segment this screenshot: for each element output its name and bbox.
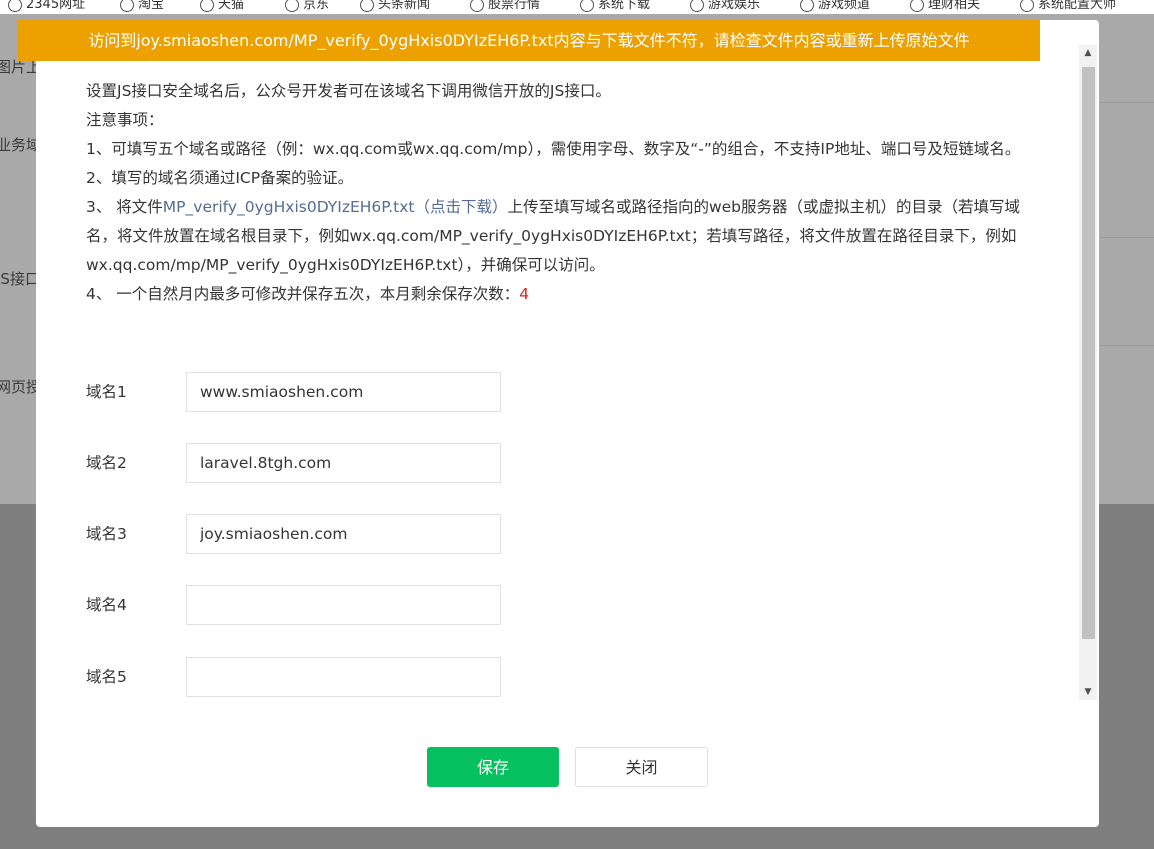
- note-3: 3、 将文件MP_verify_0ygHxis0DYIzEH6P.txt（点击下…: [86, 198, 1021, 274]
- bookmark-item[interactable]: 股票行情: [470, 0, 540, 12]
- bookmark-item[interactable]: 系统配置大师: [1020, 0, 1116, 12]
- globe-icon: [360, 0, 374, 12]
- bookmark-item[interactable]: 头条新闻: [360, 0, 430, 12]
- scroll-down-arrow-icon[interactable]: ▼: [1079, 684, 1097, 700]
- globe-icon: [910, 0, 924, 12]
- bookmark-bar: 2345网址 淘宝 天猫 京东 头条新闻 股票行情 系统下载 游戏娱乐 游戏频道…: [0, 0, 1154, 14]
- scrollbar-thumb[interactable]: [1082, 67, 1095, 639]
- globe-icon: [470, 0, 484, 12]
- domain-label-1: 域名1: [86, 383, 127, 401]
- globe-icon: [120, 0, 134, 12]
- bookmark-item[interactable]: 游戏频道: [800, 0, 870, 12]
- js-domain-settings-dialog: 设置JS接口安全域名后，公众号开发者可在该域名下调用微信开放的JS接口。 注意事…: [36, 20, 1099, 827]
- divider: [1100, 345, 1154, 346]
- domain-label-4: 域名4: [86, 596, 127, 614]
- domain-input-1[interactable]: [186, 372, 501, 412]
- close-button[interactable]: 关闭: [575, 747, 708, 787]
- globe-icon: [580, 0, 594, 12]
- divider: [1100, 102, 1154, 103]
- domain-input-4[interactable]: [186, 585, 501, 625]
- remaining-save-count: 4: [519, 285, 530, 303]
- note-4: 4、 一个自然月内最多可修改并保存五次，本月剩余保存次数：4: [86, 285, 530, 303]
- background-label: 网页授: [0, 378, 42, 396]
- globe-icon: [8, 0, 22, 12]
- bookmark-item[interactable]: 理财相关: [910, 0, 980, 12]
- dialog-instructions: 设置JS接口安全域名后，公众号开发者可在该域名下调用微信开放的JS接口。 注意事…: [86, 77, 1036, 309]
- domain-input-2[interactable]: [186, 443, 501, 483]
- globe-icon: [285, 0, 299, 12]
- note-2: 2、填写的域名须通过ICP备案的验证。: [86, 169, 354, 187]
- bookmark-item[interactable]: 天猫: [200, 0, 244, 12]
- domain-input-3[interactable]: [186, 514, 501, 554]
- background-label: JS接口: [0, 270, 40, 288]
- dialog-scrollbar[interactable]: ▲ ▼: [1079, 45, 1097, 700]
- globe-icon: [200, 0, 214, 12]
- intro-text: 设置JS接口安全域名后，公众号开发者可在该域名下调用微信开放的JS接口。: [86, 82, 611, 100]
- bookmark-item[interactable]: 游戏娱乐: [690, 0, 760, 12]
- scroll-up-arrow-icon[interactable]: ▲: [1079, 45, 1097, 61]
- globe-icon: [1020, 0, 1034, 12]
- bookmark-item[interactable]: 系统下载: [580, 0, 650, 12]
- globe-icon: [690, 0, 704, 12]
- save-button[interactable]: 保存: [427, 747, 559, 787]
- bookmark-item[interactable]: 淘宝: [120, 0, 164, 12]
- domain-label-5: 域名5: [86, 668, 127, 686]
- globe-icon: [800, 0, 814, 12]
- note-1: 1、可填写五个域名或路径（例：wx.qq.com或wx.qq.com/mp），需…: [86, 140, 1021, 158]
- verify-file-download-link[interactable]: MP_verify_0ygHxis0DYIzEH6P.txt（点击下载）: [163, 198, 508, 216]
- domain-label-3: 域名3: [86, 525, 127, 543]
- notes-title: 注意事项：: [86, 111, 164, 129]
- bookmark-item[interactable]: 2345网址: [8, 0, 85, 12]
- background-label: 业务域: [0, 136, 42, 154]
- error-alert-bar: 访问到joy.smiaoshen.com/MP_verify_0ygHxis0D…: [18, 20, 1040, 61]
- divider: [1100, 237, 1154, 238]
- bookmark-item[interactable]: 京东: [285, 0, 329, 12]
- domain-label-2: 域名2: [86, 454, 127, 472]
- domain-input-5[interactable]: [186, 657, 501, 697]
